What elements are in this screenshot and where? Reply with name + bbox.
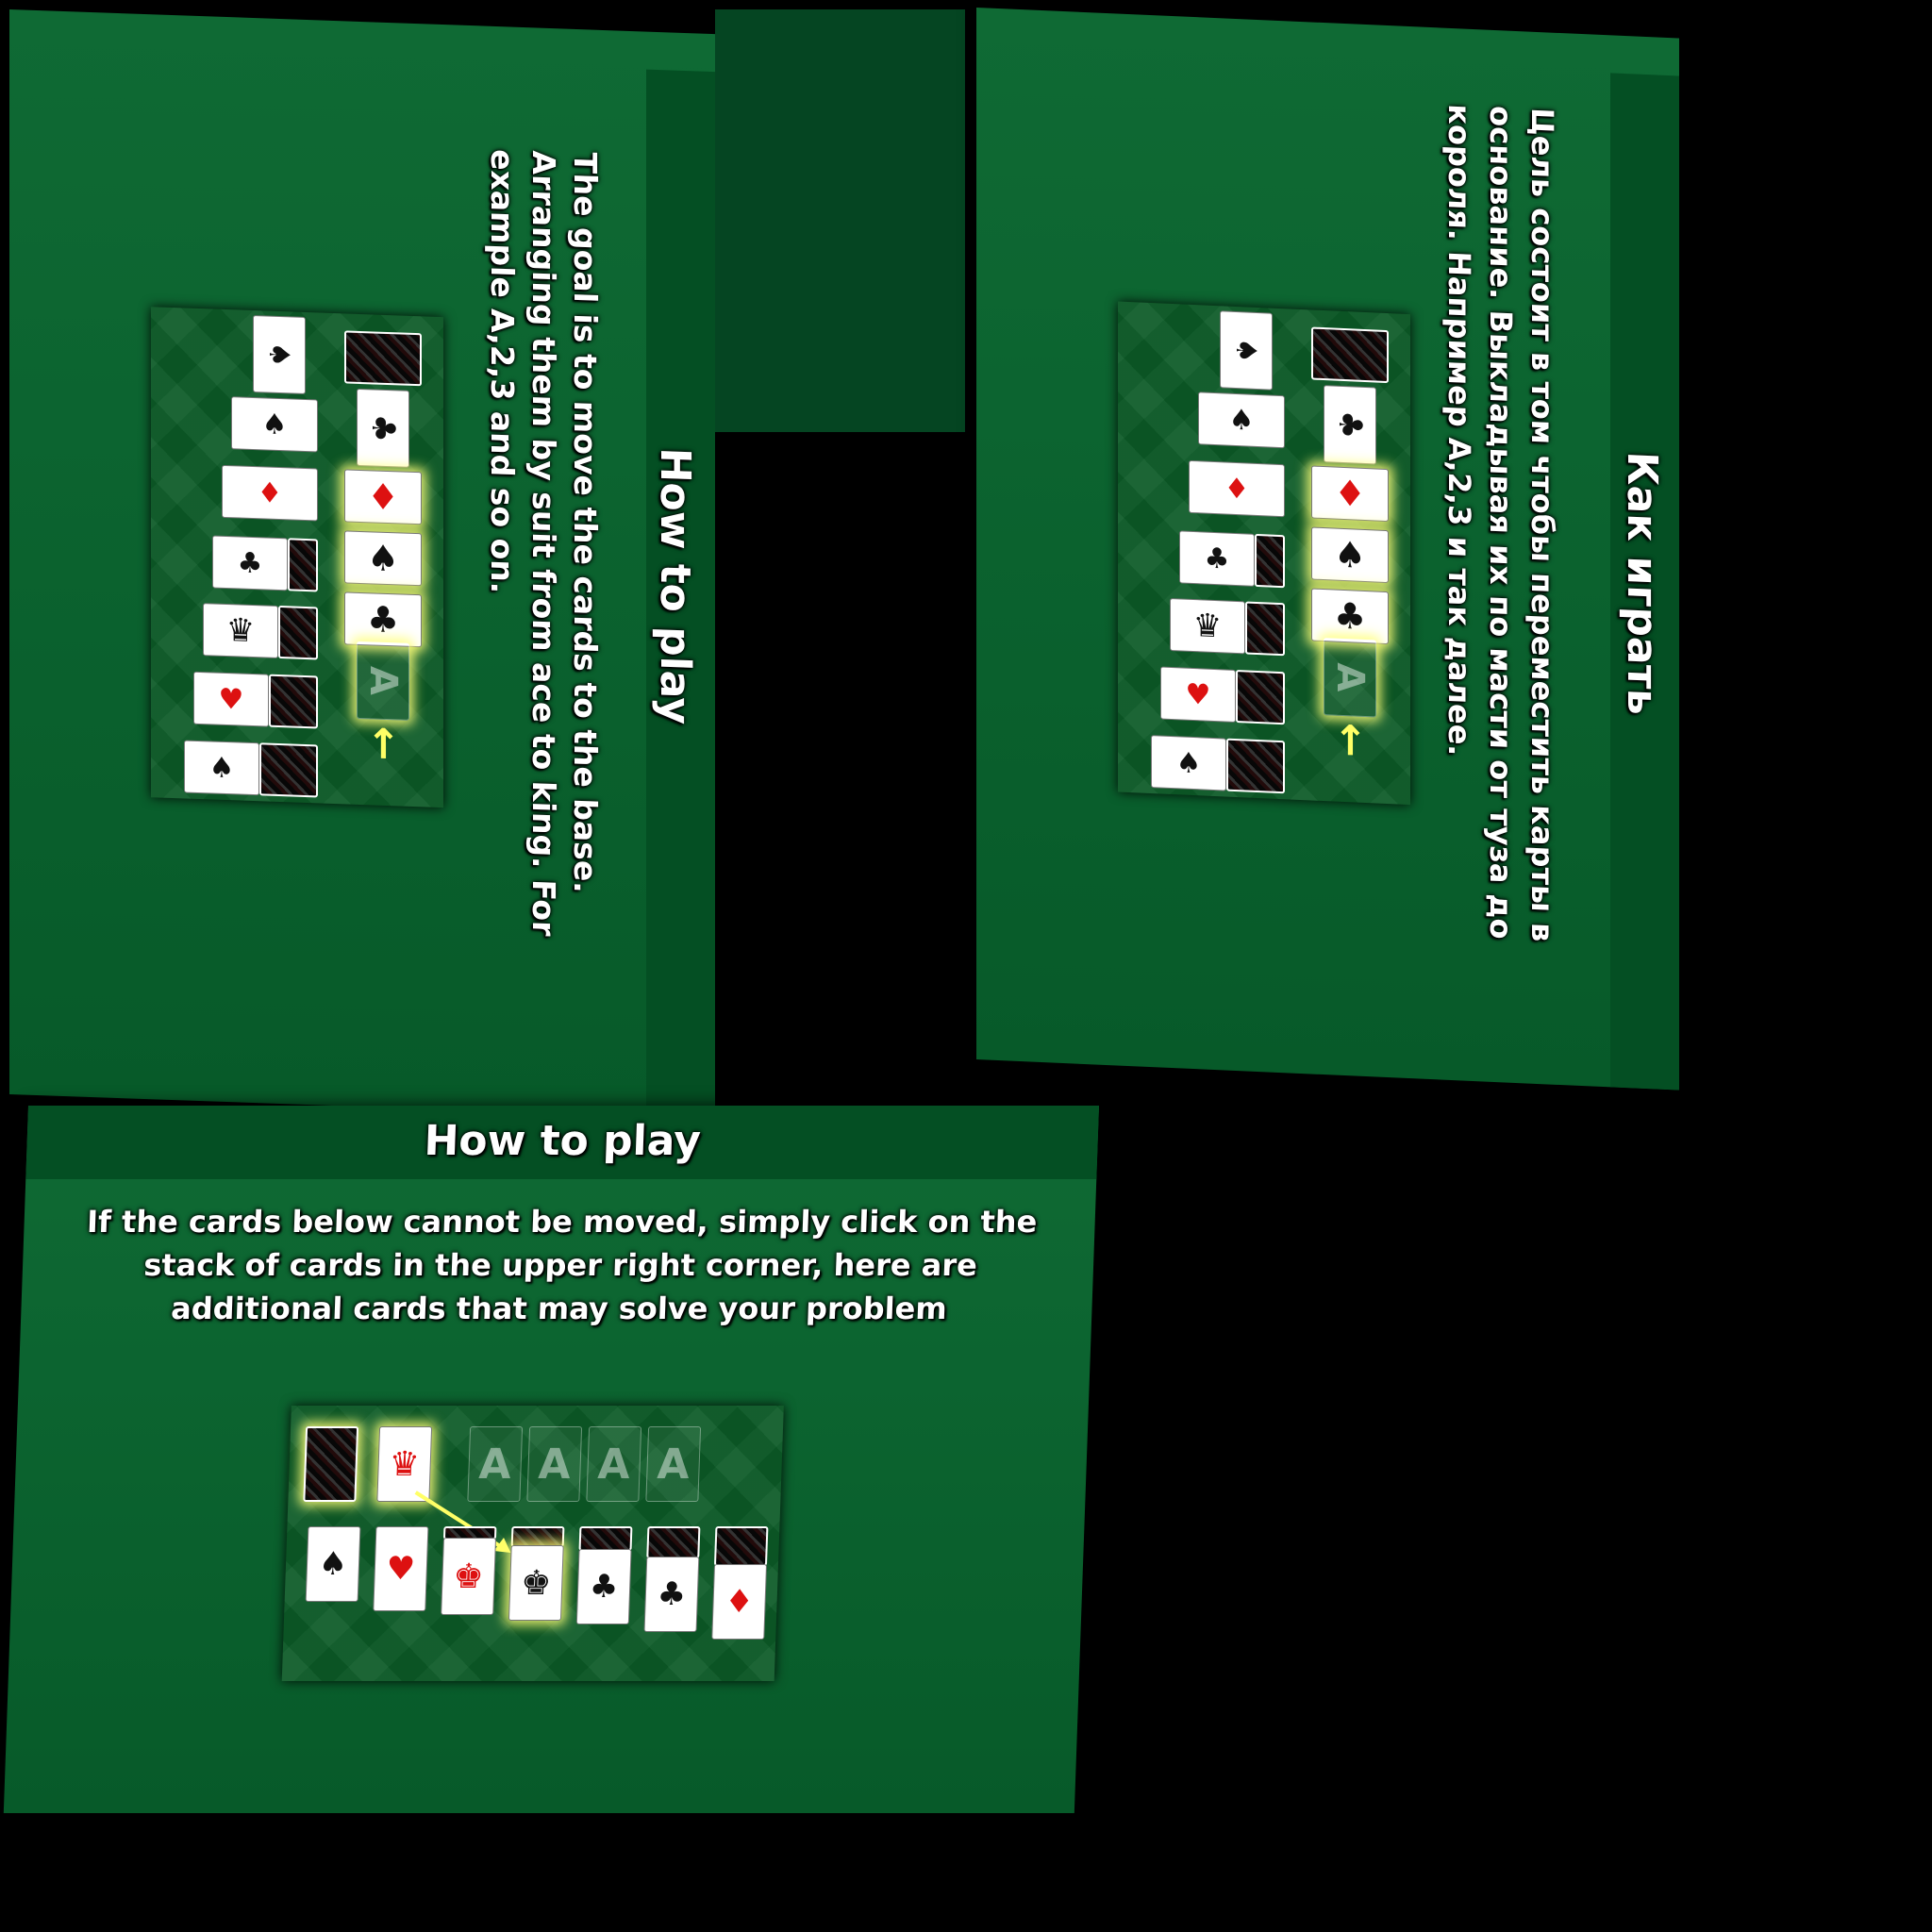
tableau-card: ♠: [1220, 310, 1273, 391]
tableau-card: ♦: [222, 464, 318, 522]
stock-card: ♣: [357, 388, 409, 468]
tableau-card: ♠: [184, 740, 259, 796]
panel-backdrop: [715, 9, 965, 432]
foundation-card: ♠: [1311, 526, 1389, 584]
how-to-play-panel-ru: Как играть Цель состоит в том чтобы пере…: [976, 8, 1679, 1091]
face-down-card: [510, 1526, 565, 1547]
stock-card: ♣: [1324, 385, 1376, 465]
tableau-card: ♠: [253, 315, 306, 394]
tableau-card: ♥: [193, 671, 269, 727]
tableau-card: ♦: [1189, 459, 1285, 518]
tableau-card: ♠: [231, 396, 318, 453]
tableau-card: ♦: [711, 1564, 768, 1640]
tableau-row: ♥: [151, 307, 443, 729]
tableau-card: ♚: [508, 1545, 564, 1621]
tableau-card: ♛: [203, 603, 278, 658]
panel-title: How to play: [651, 446, 699, 725]
panel-body: Цель состоит в том чтобы переместить кар…: [1441, 103, 1560, 943]
tableau-row: ♛: [151, 307, 443, 660]
foundation-card: ♣: [344, 591, 422, 648]
face-down-card: [1236, 670, 1285, 725]
arrow-icon: ↑: [366, 720, 401, 770]
tableau-row: ♠: [151, 307, 443, 798]
game-illustration: ♣ ♦ ♠ ♣ A ↑ ♠ ♠ ♦ ♣ ♛ ♥ ♠: [1118, 301, 1410, 806]
how-to-play-panel-en: How to play The goal is to move the card…: [9, 9, 715, 1120]
tableau-card: ♚: [441, 1538, 497, 1615]
panel-title: How to play: [423, 1117, 702, 1165]
face-down-card: [1255, 533, 1285, 589]
panel-body: If the cards below cannot be moved, simp…: [86, 1204, 1038, 1326]
tableau-card: ♠: [305, 1526, 361, 1602]
stock-pile: [1311, 326, 1389, 384]
arrow-icon: ↑: [1333, 716, 1368, 767]
foundation-card: ♠: [344, 530, 422, 587]
stock-pile: [344, 330, 422, 387]
panel-title: Как играть: [1618, 450, 1666, 717]
tableau-card: ♣: [643, 1557, 700, 1632]
tableau-card: ♥: [1160, 666, 1236, 724]
game-illustration: ♛ A A A A ♠ ♥ ♚ ♚ ♣ ♣ ♦: [281, 1406, 784, 1681]
tableau-card: ♠: [1151, 735, 1226, 791]
tableau-card: ♥: [373, 1526, 429, 1611]
foundation-card: ♣: [1311, 588, 1389, 645]
face-down-card: [646, 1526, 701, 1558]
tableau-card: ♛: [1170, 597, 1245, 655]
tableau-card: ♠: [1198, 391, 1285, 449]
panel-body: The goal is to move the cards to the bas…: [484, 148, 604, 938]
tableau-card: ♣: [1179, 530, 1255, 587]
tableau-row: ♠: [151, 307, 443, 394]
foundation-card: ♦: [1311, 465, 1389, 523]
empty-foundation-slot: A: [357, 641, 409, 721]
face-down-card: [1226, 738, 1285, 794]
face-down-card: [288, 538, 318, 592]
face-down-card: [1245, 601, 1285, 657]
tableau-card: ♣: [575, 1549, 632, 1624]
face-down-card: [259, 742, 318, 798]
face-down-card: [278, 605, 318, 660]
tableau-row: ♠: [151, 307, 443, 453]
empty-foundation-slot: A: [1324, 638, 1376, 718]
face-down-card: [269, 674, 318, 729]
game-illustration: ♣ ♦ ♠ ♣ A ↑ ♠ ♠ ♦ ♣ ♛ ♥ ♠: [151, 307, 443, 808]
how-to-play-panel-stock: How to play If the cards below cannot be…: [3, 1106, 1099, 1813]
tableau-row: ♦: [151, 307, 443, 522]
face-down-card: [713, 1526, 769, 1566]
foundation-card: ♦: [344, 469, 422, 525]
face-down-card: [578, 1526, 633, 1551]
tableau-row: ♣: [151, 307, 443, 592]
tableau-card: ♣: [212, 535, 288, 591]
